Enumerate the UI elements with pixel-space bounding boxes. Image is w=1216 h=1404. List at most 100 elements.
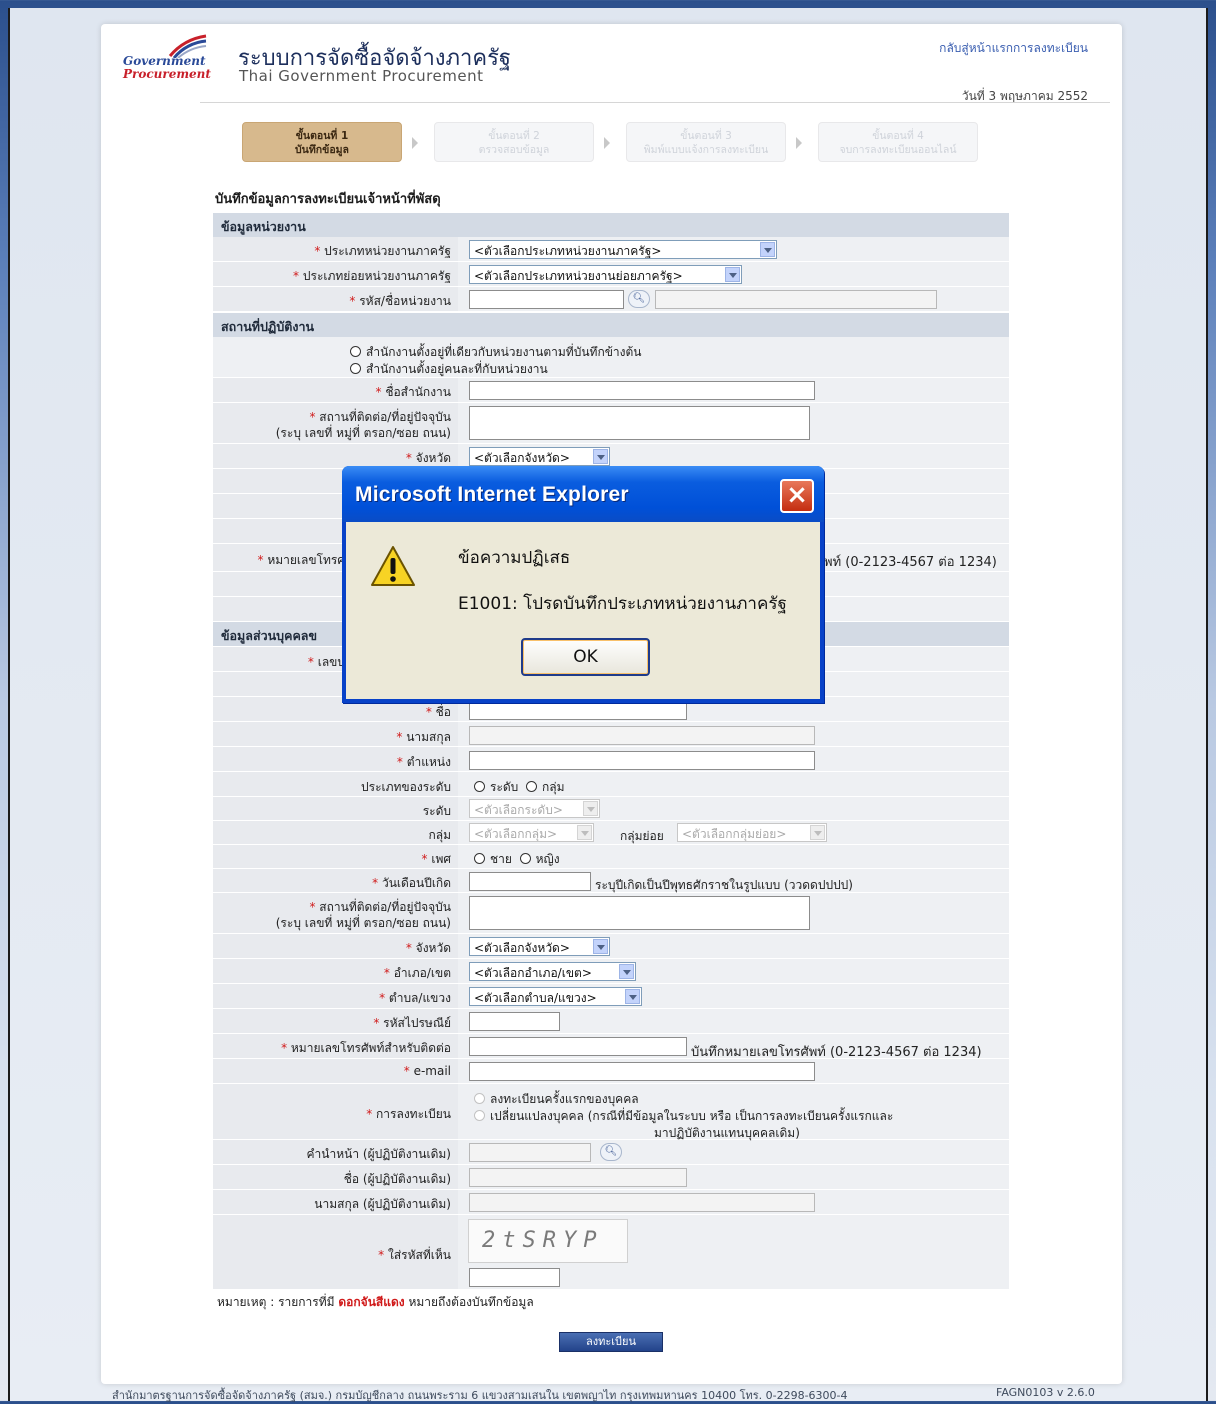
district-select[interactable]: <ตัวเลือกอำเภอ/เขต>	[469, 962, 636, 981]
postcode-input[interactable]	[469, 1012, 560, 1031]
registration-option-change-cont: มาปฏิบัติงานแทนบุคคลเดิม)	[654, 1126, 800, 1140]
chevron-down-icon	[810, 825, 825, 840]
captcha-image: 2tSRYP	[468, 1219, 628, 1263]
office-name-input[interactable]	[469, 381, 815, 400]
ok-button[interactable]: OK	[521, 638, 650, 676]
personal-address-input[interactable]	[469, 896, 810, 930]
level-type-options: ระดับ กลุ่ม	[474, 778, 564, 797]
close-icon[interactable]: ×	[780, 479, 814, 513]
group-select[interactable]: <ตัวเลือกกลุ่ม>	[469, 823, 594, 842]
step-4-label: จบการลงทะเบียนออนไลน์	[839, 144, 957, 156]
dialog-heading: ข้อความปฏิเสธ	[458, 548, 571, 568]
gender-label: * เพศ	[421, 852, 451, 866]
search-icon[interactable]: 🔍︎	[628, 290, 650, 308]
dialog-titlebar[interactable]: Microsoft Internet Explorer ×	[342, 466, 824, 522]
search-icon[interactable]: 🔍︎	[600, 1143, 622, 1161]
registration-type-label: * การลงทะเบียน	[366, 1107, 451, 1121]
step-3-number: ขั้นตอนที่ 3	[680, 130, 732, 142]
step-3-label: พิมพ์แบบแจ้งการลงทะเบียน	[643, 144, 769, 156]
step-2-number: ขั้นตอนที่ 2	[488, 130, 540, 142]
subgroup-select[interactable]: <ตัวเลือกกลุ่มย่อย>	[677, 823, 827, 842]
dob-input[interactable]	[469, 872, 591, 891]
prev-title-label: คำนำหน้า (ผู้ปฏิบัติงานเดิม)	[306, 1147, 451, 1161]
header-divider	[200, 102, 1110, 103]
office-phone-label: * หมายเลขโทรศ	[257, 553, 346, 567]
dob-hint: ระบุปีเกิดเป็นปีพุทธศักราชในรูปแบบ (ววดด…	[595, 878, 853, 892]
contact-phone-input[interactable]	[469, 1037, 687, 1056]
agency-type-select[interactable]: <ตัวเลือกประเภทหน่วยงานภาครัฐ>	[469, 240, 777, 259]
footer-version: FAGN0103 v 2.6.0	[996, 1386, 1095, 1399]
radio-icon[interactable]	[350, 346, 361, 357]
personal-province-select[interactable]: <ตัวเลือกจังหวัด>	[469, 937, 610, 956]
chevron-down-icon	[593, 939, 608, 954]
form-title: บันทึกข้อมูลการลงทะเบียนเจ้าหน้าที่พัสดุ	[215, 192, 441, 207]
step-2: ขั้นตอนที่ 2 ตรวจสอบข้อมูล	[434, 122, 594, 162]
office-phone-hint: พท์ (0-2123-4567 ต่อ 1234)	[824, 555, 997, 570]
gender-options: ชาย หญิง	[474, 850, 560, 869]
prev-name-label: ชื่อ (ผู้ปฏิบัติงานเดิม)	[343, 1172, 451, 1186]
radio-icon[interactable]	[519, 853, 531, 864]
dialog-message: E1001: โปรดบันทึกประเภทหน่วยงานภาครัฐ	[458, 594, 787, 614]
position-input[interactable]	[469, 751, 815, 770]
group-label: กลุ่ม	[428, 828, 451, 842]
firstname-input[interactable]	[469, 701, 687, 720]
personal-address-sublabel: (ระบุ เลขที่ หมู่ที่ ตรอก/ซอย ถนน)	[275, 916, 451, 930]
step-4: ขั้นตอนที่ 4 จบการลงทะเบียนออนไลน์	[818, 122, 978, 162]
office-address-input[interactable]	[469, 406, 810, 440]
contact-phone-hint: บันทึกหมายเลขโทรศัพท์ (0-2123-4567 ต่อ 1…	[691, 1045, 982, 1060]
lastname-label: * นามสกุล	[396, 730, 451, 744]
logo-text-government: Government	[123, 54, 206, 68]
personal-province-label: * จังหวัด	[405, 941, 451, 955]
radio-icon[interactable]	[474, 1110, 485, 1121]
agency-type-label: * ประเภทหน่วยงานภาครัฐ	[314, 244, 451, 258]
step-arrow-icon	[796, 137, 802, 149]
subgroup-label: กลุ่มย่อย	[620, 829, 664, 843]
chevron-down-icon	[760, 242, 775, 257]
postcode-label: * รหัสไปรษณีย์	[373, 1016, 451, 1030]
chevron-down-icon	[577, 825, 592, 840]
current-date: วันที่ 3 พฤษภาคม 2552	[961, 89, 1088, 103]
captcha-label: * ใส่รหัสที่เห็น	[378, 1248, 451, 1262]
email-label: * e-mail	[403, 1064, 451, 1078]
level-label: ระดับ	[422, 804, 451, 818]
step-1-number: ขั้นตอนที่ 1	[295, 130, 349, 142]
prev-title-input[interactable]	[469, 1143, 591, 1162]
chevron-down-icon	[725, 267, 740, 282]
warning-icon	[371, 546, 415, 586]
location-option-different[interactable]: สำนักงานตั้งอยู่คนละที่กับหน่วยงาน	[350, 360, 548, 379]
dialog-body: ข้อความปฏิเสธ E1001: โปรดบันทึกประเภทหน่…	[346, 522, 820, 699]
chevron-down-icon	[583, 801, 598, 816]
step-2-label: ตรวจสอบข้อมูล	[478, 144, 550, 156]
step-arrow-icon	[412, 137, 418, 149]
subdistrict-select[interactable]: <ตัวเลือกตำบล/แขวง>	[469, 987, 642, 1006]
step-1: ขั้นตอนที่ 1 บันทึกข้อมูล	[242, 122, 402, 162]
radio-icon[interactable]	[525, 781, 537, 792]
step-arrow-icon	[604, 137, 610, 149]
email-input[interactable]	[469, 1062, 815, 1081]
subdistrict-label: * ตำบล/แขวง	[379, 991, 451, 1005]
logo-text-procurement: Procurement	[123, 67, 211, 81]
captcha-input[interactable]	[469, 1268, 560, 1287]
dob-label: * วันเดือนปีเกิด	[372, 876, 451, 890]
agency-code-input[interactable]	[469, 290, 624, 309]
radio-icon[interactable]	[474, 1093, 485, 1104]
level-type-label: ประเภทของระดับ	[361, 780, 451, 794]
office-province-select[interactable]: <ตัวเลือกจังหวัด>	[469, 447, 610, 466]
prev-name-input[interactable]	[469, 1168, 687, 1187]
site-title-english: Thai Government Procurement	[239, 67, 484, 85]
chevron-down-icon	[619, 964, 634, 979]
agency-subtype-select[interactable]: <ตัวเลือกประเภทหน่วยงานย่อยภาครัฐ>	[469, 265, 742, 284]
step-4-number: ขั้นตอนที่ 4	[872, 130, 924, 142]
id-number-label: * เลขบ	[307, 655, 345, 669]
level-select[interactable]: <ตัวเลือกระดับ>	[469, 799, 600, 818]
district-label: * อำเภอ/เขต	[383, 966, 451, 980]
prev-lastname-input[interactable]	[469, 1193, 815, 1212]
radio-icon[interactable]	[474, 853, 485, 864]
lastname-input[interactable]	[469, 726, 815, 745]
home-registration-link[interactable]: กลับสู่หน้าแรกการลงทะเบียน	[939, 39, 1088, 58]
dialog-title: Microsoft Internet Explorer	[355, 483, 629, 506]
register-button[interactable]: ลงทะเบียน	[559, 1332, 663, 1352]
radio-icon[interactable]	[350, 363, 361, 374]
contact-phone-label: * หมายเลขโทรศัพท์สำหรับติดต่อ	[281, 1041, 451, 1055]
radio-icon[interactable]	[474, 781, 485, 792]
